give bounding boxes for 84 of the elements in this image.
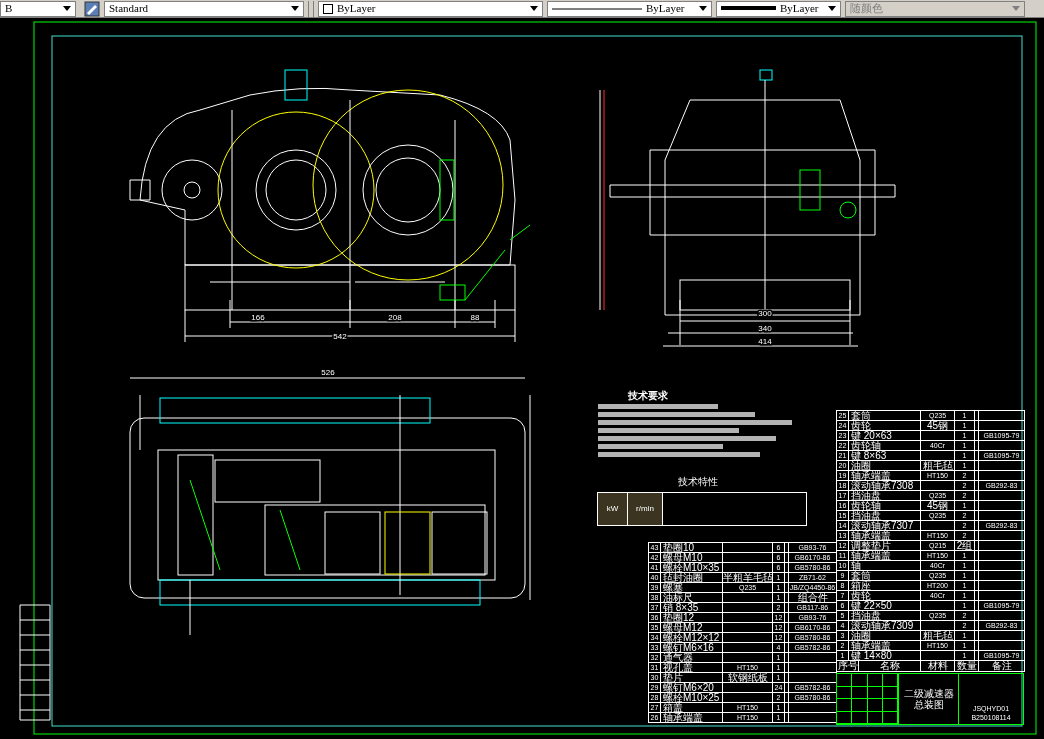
table-cell: 滚动轴承7307 [851,520,914,531]
dimension-label: 526 [321,368,335,377]
table-header: 数量 [956,660,977,671]
table-cell: 挡油盘 [851,490,881,501]
table-cell: 垫圈12 [663,612,695,623]
table-cell: 销 8×35 [663,602,699,613]
table-cell: 轴承端盖 [851,550,891,561]
table-cell: 油标尺 [663,592,693,603]
dimension-label: 542 [333,332,347,341]
dimension-label: 340 [758,324,772,333]
table-cell: 油圈 [851,460,871,471]
table-cell: 油圈 [851,630,871,641]
table-cell: 键 22×50 [851,600,892,611]
table-cell: 轴承端盖 [851,640,891,651]
table-cell: 齿轮轴 [851,440,881,451]
table-cell: 组合件 [797,592,828,603]
table-cell: 套筒 [851,410,871,421]
table-cell: 轴承端盖 [663,712,703,723]
text-style-dropdown[interactable]: Standard [104,0,304,17]
table-cell: 滚动轴承7308 [851,480,914,491]
table-cell: 轴承端盖 [851,470,891,481]
table-cell: 轴承端盖 [851,530,891,541]
dimension-label: 166 [251,313,265,322]
table-cell: 粗毛毡 [922,460,953,471]
table-cell: 螺母M10 [663,552,703,563]
table-cell: 螺钉M6×20 [663,682,714,693]
table-cell: 垫片 [663,672,683,683]
dropdown-arrow-icon [828,6,836,11]
dropdown-arrow-icon [63,6,71,11]
dropdown-arrow-icon [291,6,299,11]
table-cell: 键 8×63 [851,450,887,461]
table-header: kW [598,493,628,525]
text-style-icon[interactable] [84,0,100,17]
drawing-title: 总装图 [913,699,944,710]
dimension-label: 208 [388,313,402,322]
table-cell: 螺栓M12×12 [663,632,720,643]
dropdown-arrow-icon [530,6,538,11]
table-cell: 2组 [956,540,973,551]
dimension-label: 300 [758,309,772,318]
table-cell: 挡油盘 [851,610,881,621]
line-sample-icon [552,6,642,11]
table-cell: 齿轮 [851,420,871,431]
dropdown-arrow-icon [699,6,707,11]
table-cell: 轴 [851,560,861,571]
lineweight-dropdown[interactable]: ByLayer [716,0,841,17]
table-cell: 箱座 [851,580,871,591]
table-cell: 齿轮 [851,590,871,601]
table-cell: 齿轮轴 [851,500,881,511]
dropdown-arrow-icon [1012,6,1020,11]
table-cell: 螺栓M10×35 [663,562,720,573]
thick-line-sample-icon [721,6,776,11]
table-header: 备注 [991,660,1012,671]
table-cell: 视孔盖 [663,662,693,673]
table-cell: 软钢纸板 [727,672,768,683]
color-dropdown[interactable]: ByLayer [318,0,543,17]
dimension-label: 414 [758,337,772,346]
linetype-dropdown[interactable]: ByLayer [547,0,712,17]
table-cell: 套筒 [851,570,871,581]
table-cell: 毡封油圈 [663,572,703,583]
table-header: r/min [628,493,663,525]
table-cell: 挡油盘 [851,510,881,521]
table-cell: 箱盖 [663,702,683,713]
table-cell: 螺母M12 [663,622,703,633]
table-cell: 螺栓M10×25 [663,692,720,703]
table-cell: 调整垫片 [851,540,891,551]
table-cell: 螺塞 [663,582,683,593]
table-cell: 键 20×63 [851,430,892,441]
table-cell: 垫圈10 [663,542,695,553]
table-cell: 螺钉M6×16 [663,642,714,653]
table-header: 序号 [837,660,858,671]
table-cell: 滚动轴承7309 [851,620,914,631]
table-header: 名称 [879,660,900,671]
table-cell: 通气器 [663,652,693,663]
tech-requirements-title: 技术要求 [628,390,668,402]
table-cell: 粗毛毡 [922,630,953,641]
drawing-title: 二级减速器 [903,688,954,699]
layer-dropdown[interactable]: B [0,0,76,17]
table-cell: 键 14×80 [851,650,892,661]
dimension-label: 88 [470,313,480,322]
table-cell: 45钢 [926,500,949,511]
color-swatch-icon [323,3,333,14]
tech-spec-title: 技术特性 [678,476,718,488]
table-cell: 45钢 [926,420,949,431]
table-header: 材料 [927,660,948,671]
